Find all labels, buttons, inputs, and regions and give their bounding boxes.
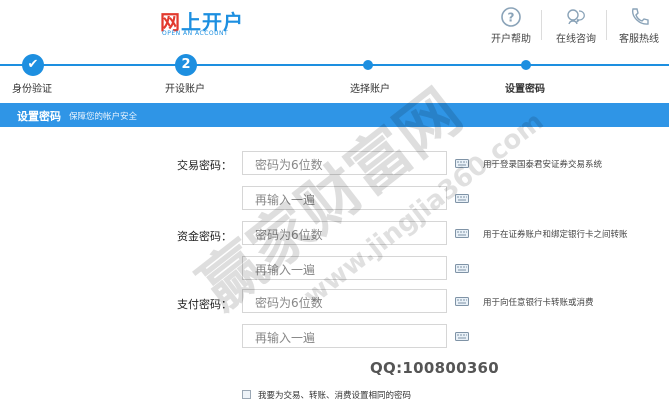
trading-password-hint: 用于登录国泰君安证券交易系统 [483,160,603,170]
keyboard-icon[interactable] [455,297,469,306]
trading-password-input[interactable]: 密码为6位数 [242,151,447,175]
trading-password-confirm-input[interactable]: 再输入一遍 [242,186,447,210]
fund-password-hint: 用于在证券账户和绑定银行卡之间转账 [483,230,628,240]
question-icon: ? [501,7,521,27]
section-header-bar: 设置密码 保障您的帐户安全 [0,103,669,127]
chat-icon [567,9,585,25]
logo-subtitle: OPEN AN ACCOUNT [162,30,229,37]
payment-password-label: 支付密码： [177,298,232,311]
help-link[interactable]: ? 开户帮助 [486,6,536,45]
input-placeholder: 再输入一遍 [255,193,316,207]
online-chat-label: 在线咨询 [556,34,596,45]
input-placeholder: 密码为6位数 [255,158,323,172]
step-done-check-icon: ✔ [22,54,44,76]
keyboard-icon[interactable] [455,229,469,238]
input-placeholder: 密码为6位数 [255,296,323,310]
phone-icon [632,8,649,25]
watermark-qq: QQ:100800360 [370,359,500,377]
progress-steps: ✔ 身份验证 2 开设账户 选择账户 设置密码 [0,48,669,95]
keyboard-icon[interactable] [455,264,469,273]
trading-password-label: 交易密码： [177,159,232,172]
keyboard-icon[interactable] [455,194,469,203]
same-password-checkbox[interactable] [242,390,251,399]
logo[interactable]: 网上开户 OPEN AN ACCOUNT [160,6,250,37]
section-subtitle: 保障您的帐户安全 [69,112,138,122]
step-dot [363,60,373,70]
input-placeholder: 密码为6位数 [255,228,323,242]
header-divider [541,10,542,40]
input-placeholder: 再输入一遍 [255,263,316,277]
svg-text:?: ? [508,11,515,25]
step-label-identity: 身份验证 [12,84,52,95]
payment-password-hint: 用于向任意银行卡转账或消费 [483,298,594,308]
step-label-set-password: 设置密码 [505,84,545,95]
step-dot-current [521,60,531,70]
same-password-label[interactable]: 我要为交易、转账、消费设置相同的密码 [258,389,411,401]
header-divider [606,10,607,40]
section-title: 设置密码 [17,110,61,123]
step-label-choose-account: 选择账户 [350,84,390,95]
hotline-link[interactable]: 客服热线 [614,6,664,45]
hotline-label: 客服热线 [619,34,659,45]
online-chat-link[interactable]: 在线咨询 [551,6,601,45]
progress-line-remaining [365,64,669,66]
fund-password-input[interactable]: 密码为6位数 [242,221,447,245]
payment-password-input[interactable]: 密码为6位数 [242,289,447,313]
fund-password-confirm-input[interactable]: 再输入一遍 [242,256,447,280]
keyboard-icon[interactable] [455,159,469,168]
help-link-label: 开户帮助 [491,34,531,45]
fund-password-label: 资金密码： [177,230,232,243]
page-header: 网上开户 OPEN AN ACCOUNT ? 开户帮助 在线咨询 客服热线 [0,0,669,48]
step-label-open-account: 开设账户 [165,84,205,95]
keyboard-icon[interactable] [455,332,469,341]
input-placeholder: 再输入一遍 [255,331,316,345]
step-number-badge: 2 [175,54,197,76]
payment-password-confirm-input[interactable]: 再输入一遍 [242,324,447,348]
